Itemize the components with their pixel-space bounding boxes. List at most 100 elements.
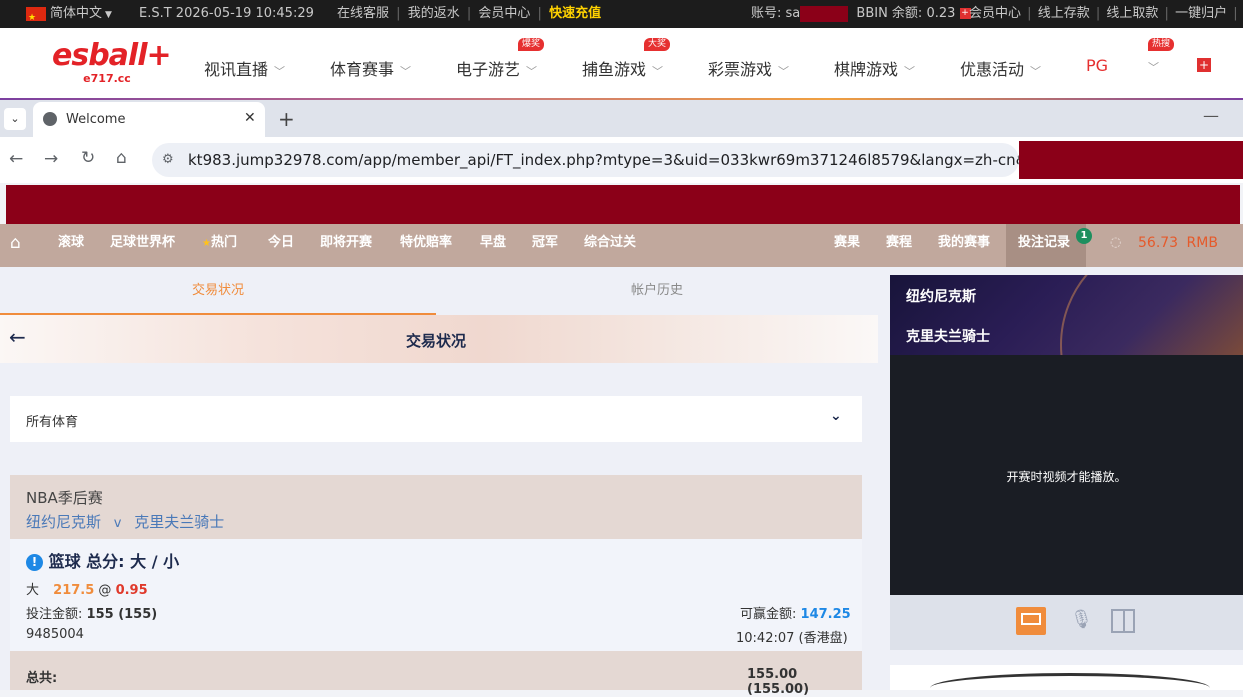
home-icon[interactable]: ⌂ [10,224,21,262]
bet-record-label: 投注记录 [1018,235,1071,250]
nav-card-games[interactable]: 棋牌游戏 ﹀ [834,56,915,80]
chevron-down-icon: ﹀ [526,65,538,78]
chevron-down-icon: ﹀ [904,65,916,78]
server-datetime: E.S.T 2026-05-19 10:45:29 [139,6,314,21]
browser-tab[interactable]: Welcome ✕ [33,102,265,137]
forward-icon[interactable]: → [44,149,58,169]
video-message: 开赛时视频才能播放。 [1006,470,1127,484]
sport-filter-select[interactable]: 所有体育 ⌄ [10,396,862,442]
balance-label: BBIN 余额: 0.23 [856,6,956,21]
logo-domain: e717.cc [83,72,131,85]
balance-amount: 56.73 [1138,235,1179,251]
sport-nav-inplay[interactable]: 滚球 [58,224,84,262]
bet-record-button[interactable]: 投注记录 [1006,224,1086,267]
panel-tabs: 交易状况 帐户历史 [0,267,878,315]
account-label: 账号: sa [751,6,801,21]
bet-total-row: 总共: 155.00 (155.00) [10,651,862,697]
tv-screen [1021,613,1041,625]
nav-slots[interactable]: 爆奖 电子游艺 ﹀ [456,38,545,80]
tab-transactions[interactable]: 交易状况 [0,267,436,315]
browser-tab-strip: ⌄ Welcome ✕ + — [0,100,1243,137]
link-quick-recharge[interactable]: 快速充值 [549,6,601,21]
at-sign: @ [98,583,112,598]
decor-court-arc [1060,275,1243,355]
promo-banner [890,665,1243,690]
link-consolidate[interactable]: 一键归户 [1175,6,1227,21]
total-label: 总共: [26,671,58,686]
balance-currency: RMB [1186,235,1218,251]
nav-promotions[interactable]: 优惠活动 ﹀ [960,56,1041,80]
nav-fishing[interactable]: 大奖 捕鱼游戏 ﹀ [582,38,671,80]
account-info: 账号: sa BBIN 余额: 0.23 + [751,0,971,28]
court-icon[interactable] [1111,609,1135,633]
tab-search-icon[interactable]: ⌄ [4,108,26,130]
site-settings-icon[interactable]: ⚙ [162,143,174,177]
language-selector[interactable]: 简体中文▼ [26,0,112,32]
sport-nav-special-odds[interactable]: 特优赔率 [400,224,452,262]
home-icon[interactable]: ⌂ [116,148,127,168]
match-teams: 纽约尼克斯 v 克里夫兰骑士 [26,511,224,532]
video-controls: 🎙 [890,595,1243,650]
site-logo[interactable]: esball+ e717.cc [52,40,172,90]
link-online-service[interactable]: 在线客服 [337,6,389,21]
nav-lottery[interactable]: 彩票游戏 ﹀ [708,56,789,80]
sport-nav-hot[interactable]: ★热门 [202,224,237,263]
link-member-center[interactable]: 会员中心 [478,6,530,21]
language-label: 简体中文 [50,6,103,21]
minimize-icon[interactable]: — [1203,106,1219,125]
tab-title: Welcome [66,112,126,127]
info-icon: ! [26,554,43,571]
nav-pg[interactable]: 热搜 PG ﹀ [1086,38,1175,75]
nav-label: 捕鱼游戏 [582,60,647,79]
chevron-down-icon: ﹀ [778,65,790,78]
link-deposit[interactable]: 线上存款 [1038,6,1090,21]
nav-label: 体育赛事 [330,60,395,79]
close-icon[interactable]: ✕ [244,110,256,126]
microphone-icon[interactable]: 🎙 [1070,609,1093,630]
china-flag-icon [26,4,46,32]
market-line: ! 篮球 总分: 大 / 小 [26,548,179,572]
address-bar[interactable]: ⚙ kt983.jump32978.com/app/member_api/FT_… [152,143,1019,177]
sport-nav-today[interactable]: 今日 [268,224,294,262]
sport-nav-upcoming[interactable]: 即将开赛 [320,224,372,262]
sport-nav-results[interactable]: 赛果 [834,224,860,262]
link-member-center-2[interactable]: 会员中心 [969,6,1021,21]
sport-nav-outright[interactable]: 冠军 [532,224,558,262]
link-my-rebate[interactable]: 我的返水 [408,6,460,21]
sport-nav-label: 热门 [210,235,237,250]
sport-nav-schedule[interactable]: 赛程 [886,224,912,262]
redacted-banner [6,185,1240,224]
top-bar: 简体中文▼ E.S.T 2026-05-19 10:45:29 在线客服 | 我… [0,0,1243,32]
win-amount: 147.25 [800,607,851,622]
bet-time: 10:42:07 (香港盘) [736,631,848,646]
bet-count-badge: 1 [1076,228,1092,244]
tv-icon[interactable] [1016,607,1046,635]
stake-line: 投注金额: 155 (155) [26,603,157,622]
home-team: 纽约尼克斯 [26,513,102,531]
trending-tag: 热搜 [1148,38,1175,51]
redacted-area [1019,141,1243,179]
nav-live-casino[interactable]: 视讯直播 ﹀ [204,56,285,80]
sport-nav-my-events[interactable]: 我的赛事 [938,224,990,262]
sport-filter-value: 所有体育 [26,415,79,430]
handicap-line: 217.5 [53,583,95,598]
sport-nav-parlay[interactable]: 综合过关 [584,224,636,262]
browser-toolbar: ← → ↻ ⌂ ⚙ kt983.jump32978.com/app/member… [0,137,1243,183]
back-icon[interactable]: ← [9,149,23,169]
nav-sports[interactable]: 体育赛事 ﹀ [330,56,411,80]
eye-off-icon[interactable]: ◌ [1110,224,1121,262]
tab-account-history[interactable]: 帐户历史 [436,267,878,315]
url-text: kt983.jump32978.com/app/member_api/FT_in… [188,151,1019,169]
reload-icon[interactable]: ↻ [81,148,95,168]
nav-label: 棋牌游戏 [834,60,899,79]
star-icon: ★ [202,238,211,249]
sport-nav-world-cup[interactable]: 足球世界杯 [110,224,175,262]
swiss-cross-icon[interactable]: + [1197,58,1211,72]
sport-nav-early[interactable]: 早盘 [480,224,506,262]
chevron-down-icon: ﹀ [652,65,664,78]
link-withdraw[interactable]: 线上取款 [1106,6,1158,21]
new-tab-icon[interactable]: + [278,107,295,131]
court-line [1123,611,1125,631]
nav-label: 优惠活动 [960,60,1025,79]
banner-decor [930,673,1210,690]
